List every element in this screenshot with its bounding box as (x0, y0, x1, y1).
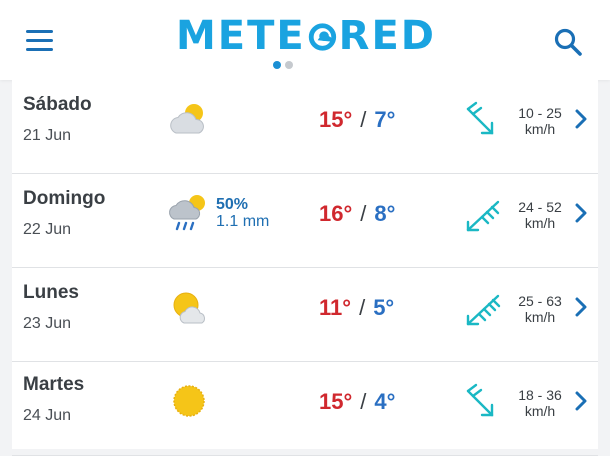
max-temp: 11° (319, 295, 352, 320)
pager-dots (273, 61, 293, 69)
brand-logo[interactable]: METE RED (176, 13, 436, 59)
pager-dot[interactable] (285, 61, 293, 69)
wind-unit: km/h (524, 121, 556, 137)
day-date: 23 Jun (23, 315, 72, 332)
wind-barb-icon (466, 294, 501, 326)
wind-arrow-icon (466, 101, 494, 135)
day-date: 24 Jun (23, 407, 72, 424)
pager-dot-active[interactable] (273, 61, 281, 69)
day-name: Martes (23, 374, 85, 395)
forecast-row[interactable]: Martes 24 Jun 15° / 4° 18 - 36 km/h (12, 362, 598, 456)
min-temp: 5° (373, 295, 395, 320)
temp-separator: / (360, 389, 367, 414)
min-temp: 7° (374, 107, 396, 132)
day-name: Domingo (23, 188, 106, 209)
max-temp: 15° (319, 389, 353, 414)
sun-icon (173, 385, 205, 417)
chevron-right-icon[interactable] (574, 391, 588, 411)
sun-behind-cloud-icon (173, 292, 205, 324)
wind-range: 18 - 36 (518, 387, 562, 403)
hamburger-icon-line (26, 48, 53, 51)
sun-cloud-rain-icon (169, 195, 205, 231)
wind-unit: km/h (524, 403, 556, 419)
hamburger-icon-line (26, 39, 53, 42)
precipitation: 50% 1.1 mm (216, 196, 269, 230)
temperature-range: 16° / 8° (319, 201, 395, 227)
forecast-row[interactable]: Lunes 23 Jun 11° / 5° 25 - 63 km/h (12, 268, 598, 362)
brand-logo-o-icon (308, 23, 336, 51)
temperature-range: 15° / 4° (319, 389, 395, 415)
partly-cloudy-icon (170, 104, 204, 134)
wind-unit: km/h (524, 309, 556, 325)
wind-speed: 10 - 25 km/h (508, 105, 572, 137)
max-temp: 15° (319, 107, 353, 132)
min-temp: 8° (374, 201, 396, 226)
wind-arrow-icon (466, 383, 494, 417)
max-temp: 16° (319, 201, 353, 226)
temp-separator: / (360, 201, 367, 226)
wind-unit: km/h (524, 215, 556, 231)
brand-logo-text-end: RED (338, 13, 436, 59)
temp-separator: / (359, 295, 366, 320)
temperature-range: 11° / 5° (319, 295, 394, 321)
menu-button[interactable] (26, 30, 54, 52)
hamburger-icon (26, 30, 53, 33)
forecast-list: Sábado 21 Jun 15° / 7° 10 - 25 km/h Doming… (12, 80, 598, 456)
wind-range: 10 - 25 (518, 105, 562, 121)
day-date: 22 Jun (23, 221, 72, 238)
temperature-range: 15° / 7° (319, 107, 395, 133)
app-header: METE RED (0, 0, 610, 80)
forecast-row[interactable]: Domingo 22 Jun 50% 1.1 mm 16° / 8° 24 - 52… (12, 174, 598, 268)
forecast-row[interactable]: Sábado 21 Jun 15° / 7° 10 - 25 km/h (12, 80, 598, 174)
day-date: 21 Jun (23, 127, 72, 144)
wind-range: 25 - 63 (518, 293, 562, 309)
day-name: Sábado (23, 94, 92, 115)
min-temp: 4° (374, 389, 396, 414)
precip-probability: 50% (216, 196, 249, 213)
wind-speed: 24 - 52 km/h (508, 199, 572, 231)
brand-logo-text-start: METE (176, 13, 306, 59)
wind-speed: 18 - 36 km/h (508, 387, 572, 419)
chevron-right-icon[interactable] (574, 109, 588, 129)
chevron-right-icon[interactable] (574, 203, 588, 223)
search-icon[interactable] (552, 26, 584, 58)
wind-barb-icon (466, 200, 500, 232)
precip-amount: 1.1 mm (216, 213, 270, 230)
wind-range: 24 - 52 (518, 199, 562, 215)
day-name: Lunes (23, 282, 79, 303)
wind-speed: 25 - 63 km/h (508, 293, 572, 325)
chevron-right-icon[interactable] (574, 297, 588, 317)
temp-separator: / (360, 107, 367, 132)
